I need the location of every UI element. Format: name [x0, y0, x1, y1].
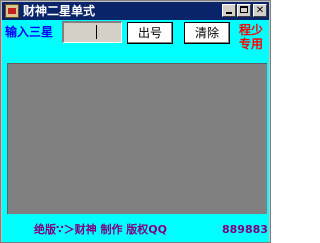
window-controls: ✕: [221, 4, 267, 17]
result-output-area[interactable]: [7, 63, 267, 214]
draw-button[interactable]: 出号: [127, 22, 173, 44]
text-caret: [96, 25, 97, 39]
app-window: 财神二星单式 ✕ 输入三星 出号 清除 程少 专用 绝版∵＞财神 制作 版权QQ…: [0, 0, 271, 243]
footer-qq: 889883: [222, 223, 268, 236]
minimize-icon: [226, 12, 232, 14]
footer: 绝版∵＞财神 制作 版权QQ 889883: [2, 220, 269, 240]
minimize-button[interactable]: [222, 4, 236, 17]
app-icon[interactable]: [5, 4, 19, 18]
number-input[interactable]: [62, 21, 122, 43]
client-area: 输入三星 出号 清除 程少 专用 绝版∵＞财神 制作 版权QQ 889883: [2, 20, 269, 242]
clear-button[interactable]: 清除: [184, 22, 230, 44]
maximize-icon: [240, 6, 248, 13]
title-bar[interactable]: 财神二星单式 ✕: [2, 2, 269, 20]
window-title: 财神二星单式: [23, 4, 96, 18]
footer-credit: 绝版∵＞财神 制作 版权QQ: [34, 223, 168, 236]
maximize-button[interactable]: [237, 4, 251, 17]
close-button[interactable]: ✕: [253, 4, 267, 17]
input-label: 输入三星: [5, 25, 54, 39]
close-icon: ✕: [255, 5, 265, 16]
side-note: 程少 专用: [239, 23, 263, 51]
side-note-line1: 程少: [239, 23, 264, 37]
side-note-line2: 专用: [239, 37, 264, 51]
